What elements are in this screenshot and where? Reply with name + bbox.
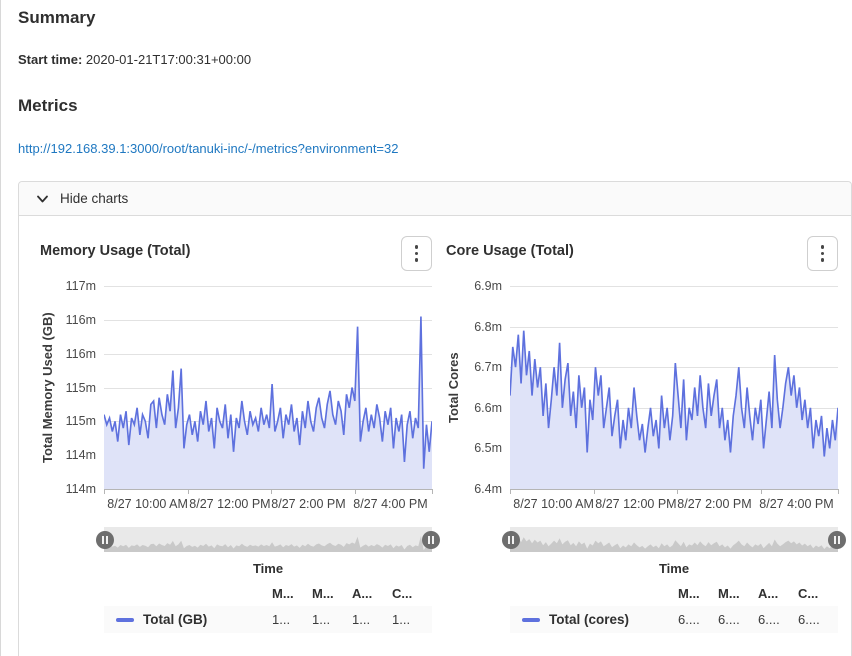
chart-plot-area[interactable] — [510, 286, 838, 493]
start-time: Start time: 2020-01-21T17:00:31+00:00 — [18, 52, 852, 67]
y-tick-label: 6.4m — [474, 482, 502, 496]
legend-value: 6.... — [758, 612, 798, 627]
series-color-swatch — [522, 618, 540, 622]
x-tick-mark — [355, 489, 356, 494]
x-axis-labels: 8/27 10:00 AM8/27 12:00 PM8/27 2:00 PM 8/… — [104, 495, 432, 514]
brush-silhouette — [104, 527, 432, 552]
y-tick-label: 116m — [66, 347, 96, 361]
y-axis-label: Total Memory Used (GB) — [40, 286, 58, 489]
chart-title: Core Usage (Total) — [446, 236, 574, 259]
x-tick-label: 8/27 2:00 PM — [677, 497, 751, 511]
y-axis-ticks: 6.9m6.8m6.7m6.6m6.5m6.4m — [464, 282, 510, 489]
legend-column-header: C... — [392, 586, 432, 601]
x-tick-mark — [594, 489, 595, 494]
legend-value: 1... — [312, 612, 352, 627]
x-tick-label: 8/27 10:00 AM — [107, 497, 188, 511]
y-axis-ticks: 117m116m116m115m115m114m114m — [58, 282, 104, 489]
y-tick-label: 6.9m — [474, 279, 502, 293]
legend-column-header: A... — [758, 586, 798, 601]
x-tick-mark — [761, 489, 762, 494]
x-tick-label: 8/27 10:00 AM — [513, 497, 594, 511]
chart-plot-area[interactable] — [104, 286, 432, 493]
legend-row[interactable]: Total (cores) 6....6....6....6.... — [510, 606, 838, 633]
brush-handle-right[interactable] — [422, 531, 440, 549]
y-axis-label: Total Cores — [446, 286, 464, 489]
x-tick-mark — [677, 489, 678, 494]
x-tick-label: 8/27 12:00 PM — [189, 497, 270, 511]
y-tick-label: 115m — [66, 414, 96, 428]
legend-value: 1... — [352, 612, 392, 627]
legend-value: 6.... — [678, 612, 718, 627]
y-tick-label: 6.8m — [474, 320, 502, 334]
x-tick-mark — [271, 489, 272, 494]
memory-usage-chart-card: Memory Usage (Total) Total Memory Used (… — [40, 236, 432, 633]
brush-silhouette — [510, 527, 838, 552]
legend-column-header: M... — [718, 586, 758, 601]
summary-page: Summary Start time: 2020-01-21T17:00:31+… — [1, 0, 852, 656]
x-tick-mark — [188, 489, 189, 494]
x-tick-label: 8/27 4:00 PM — [353, 497, 427, 511]
y-tick-label: 117m — [66, 279, 96, 293]
chart-menu-button[interactable] — [401, 236, 432, 271]
y-tick-label: 114m — [66, 448, 96, 462]
y-tick-label: 6.5m — [474, 441, 502, 455]
brush-handle-left[interactable] — [502, 531, 520, 549]
x-tick-label: 8/27 12:00 PM — [595, 497, 676, 511]
x-tick-label: 8/27 4:00 PM — [759, 497, 833, 511]
y-tick-label: 6.7m — [474, 360, 502, 374]
legend-row[interactable]: Total (GB) 1...1...1...1... — [104, 606, 432, 633]
core-usage-chart-card: Core Usage (Total) Total Cores 6.9m 6.8m 6… — [446, 236, 838, 633]
chevron-down-icon — [37, 195, 48, 203]
line-series — [104, 286, 432, 489]
x-tick-label: 8/27 2:00 PM — [271, 497, 345, 511]
summary-heading: Summary — [18, 8, 852, 28]
x-tick-mark — [432, 489, 433, 494]
charts-container: Memory Usage (Total) Total Memory Used (… — [19, 216, 851, 656]
x-tick-mark — [838, 489, 839, 494]
legend-value: 1... — [392, 612, 432, 627]
series-color-swatch — [116, 618, 134, 622]
series-name: Total (GB) — [143, 612, 207, 627]
line-series — [510, 286, 838, 489]
legend-column-header: A... — [352, 586, 392, 601]
y-tick-label: 116m — [66, 313, 96, 327]
legend-column-header: M... — [678, 586, 718, 601]
series-name: Total (cores) — [549, 612, 629, 627]
x-axis-title: Time — [104, 561, 432, 576]
legend-column-header: C... — [798, 586, 838, 601]
legend-column-header: M... — [272, 586, 312, 601]
hide-charts-toggle[interactable]: Hide charts — [19, 182, 851, 216]
legend-header: M...M...A...C... — [104, 583, 432, 606]
chart-legend: M...M...A...C... Total (cores) 6....6...… — [510, 583, 838, 633]
legend-header: M...M...A...C... — [510, 583, 838, 606]
legend-value: 6.... — [718, 612, 758, 627]
hide-charts-label: Hide charts — [60, 191, 128, 206]
chart-legend: M...M...A...C... Total (GB) 1...1...1...… — [104, 583, 432, 633]
metrics-heading: Metrics — [18, 96, 852, 116]
x-tick-mark — [104, 489, 105, 494]
chart-title: Memory Usage (Total) — [40, 236, 190, 259]
chart-menu-button[interactable] — [807, 236, 838, 271]
charts-panel: Hide charts Memory Usage (Total) Total M… — [18, 181, 852, 656]
y-tick-label: 115m — [66, 381, 96, 395]
start-time-label: Start time: — [18, 52, 82, 67]
legend-value: 6.... — [798, 612, 838, 627]
y-tick-label: 6.6m — [474, 401, 502, 415]
time-range-brush[interactable] — [510, 527, 838, 552]
x-axis-line — [104, 489, 432, 490]
y-tick-label: 114m — [66, 482, 96, 496]
legend-value: 1... — [272, 612, 312, 627]
x-axis-line — [510, 489, 838, 490]
x-tick-mark — [510, 489, 511, 494]
brush-handle-left[interactable] — [96, 531, 114, 549]
x-axis-labels: 8/27 10:00 AM8/27 12:00 PM8/27 2:00 PM 8/… — [510, 495, 838, 514]
legend-column-header: M... — [312, 586, 352, 601]
start-time-value: 2020-01-21T17:00:31+00:00 — [86, 52, 251, 67]
time-range-brush[interactable] — [104, 527, 432, 552]
metrics-url-link[interactable]: http://192.168.39.1:3000/root/tanuki-inc… — [18, 141, 398, 156]
x-axis-title: Time — [510, 561, 838, 576]
brush-handle-right[interactable] — [828, 531, 846, 549]
